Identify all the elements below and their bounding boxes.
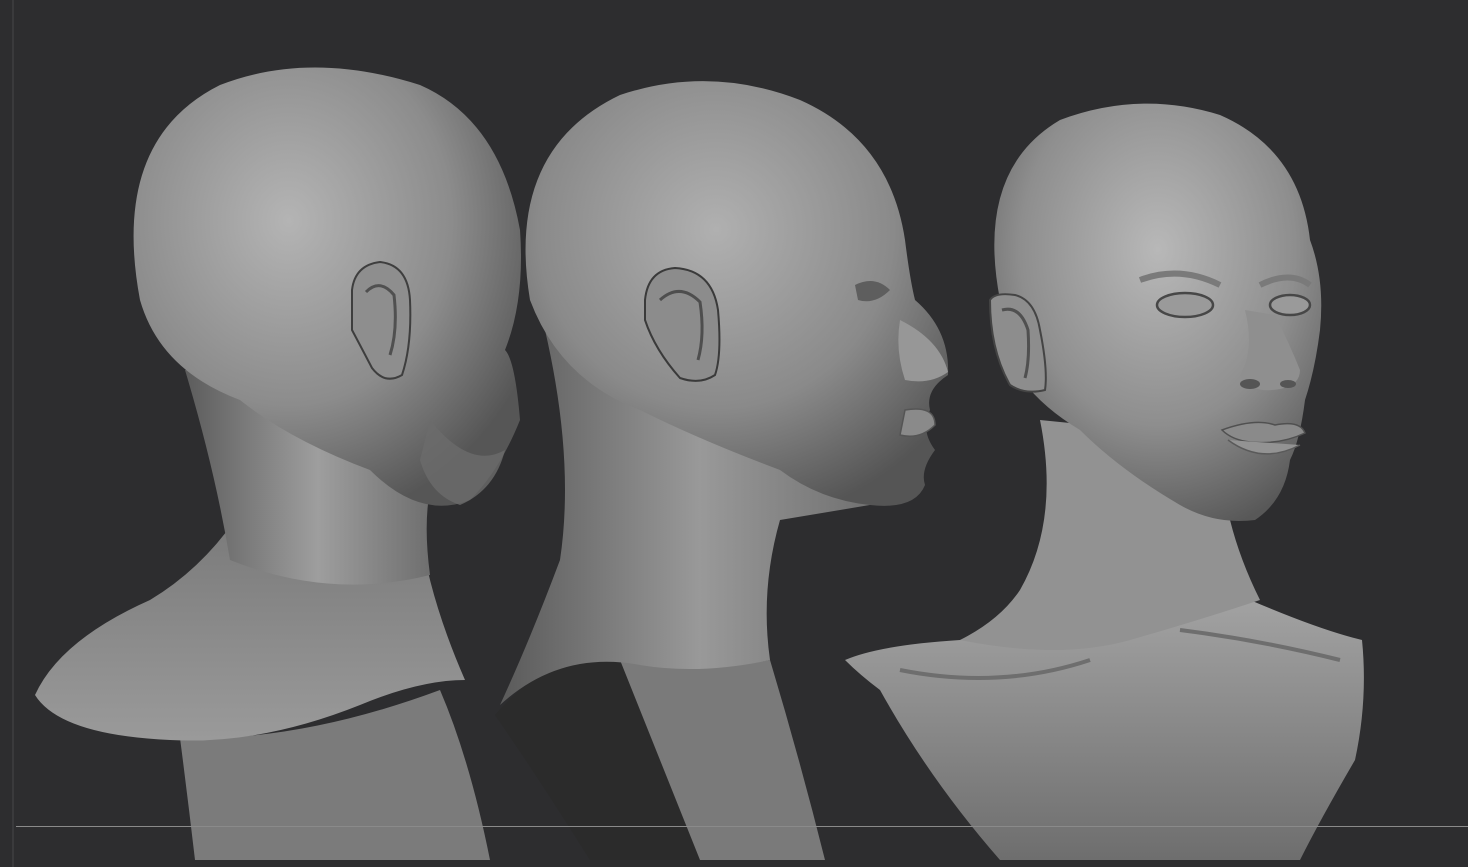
sculpt-viewport[interactable]: [0, 0, 1468, 867]
bust-side-profile: [495, 81, 949, 860]
ground-plane-line: [16, 826, 1468, 827]
bust-back-three-quarter: [35, 67, 522, 860]
sculpt-render: [35, 67, 1364, 860]
